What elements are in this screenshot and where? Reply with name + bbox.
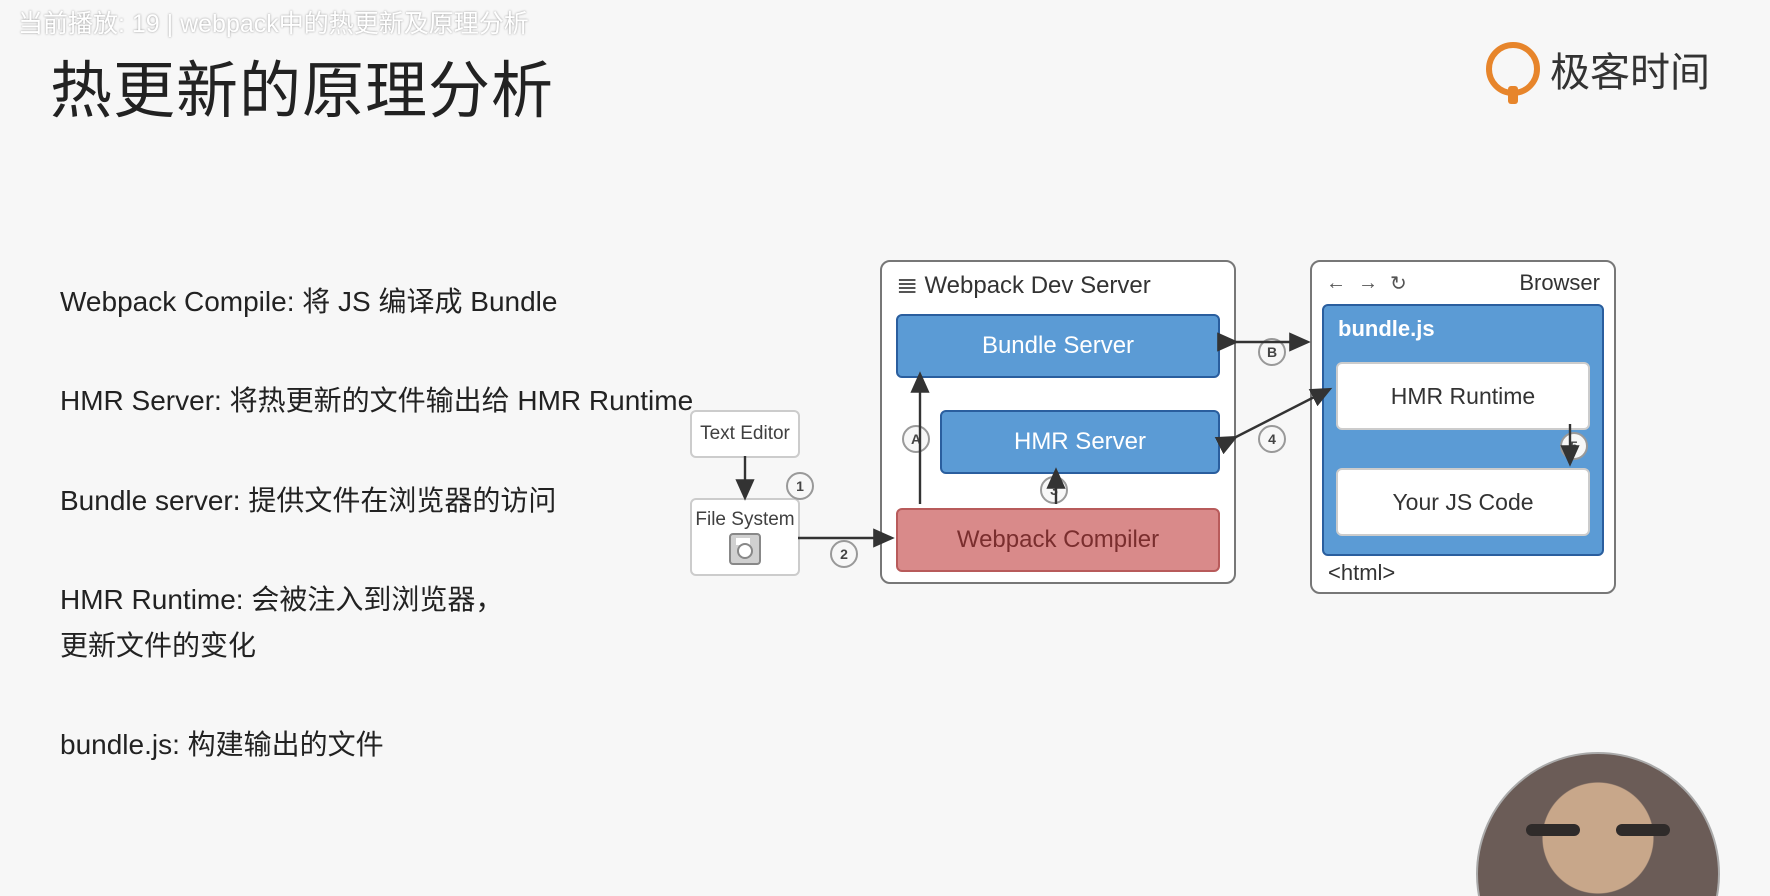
node-bundle-server: Bundle Server bbox=[896, 314, 1220, 378]
node-file-system: File System bbox=[690, 498, 800, 576]
def-hmr-server: HMR Server: 将热更新的文件输出给 HMR Runtime bbox=[60, 379, 700, 422]
step-2: 2 bbox=[830, 540, 858, 568]
logo-text: 极客时间 bbox=[1550, 40, 1710, 98]
node-webpack-compiler: Webpack Compiler bbox=[896, 508, 1220, 572]
step-1: 1 bbox=[786, 472, 814, 500]
def-webpack-compile: Webpack Compile: 将 JS 编译成 Bundle bbox=[60, 280, 700, 323]
wds-title: Webpack Dev Server bbox=[882, 262, 1234, 306]
hmr-diagram: Text Editor File System Webpack Dev Serv… bbox=[730, 260, 1630, 660]
file-system-label: File System bbox=[695, 509, 794, 531]
back-icon: ← bbox=[1326, 272, 1346, 295]
presenter-camera bbox=[1476, 752, 1720, 896]
brand-logo: 极客时间 bbox=[1486, 40, 1710, 98]
def-hmr-runtime-l1: HMR Runtime: 会被注入到浏览器， bbox=[60, 578, 700, 621]
node-your-js-code: Your JS Code bbox=[1336, 468, 1590, 536]
panel-wds: Webpack Dev Server Bundle Server HMR Ser… bbox=[880, 260, 1236, 584]
step-3: 3 bbox=[1040, 476, 1068, 504]
step-4: 4 bbox=[1258, 425, 1286, 453]
forward-icon: → bbox=[1358, 272, 1378, 295]
def-bundle-server: Bundle server: 提供文件在浏览器的访问 bbox=[60, 479, 700, 522]
step-a: A bbox=[902, 425, 930, 453]
node-text-editor: Text Editor bbox=[690, 410, 800, 458]
reload-icon: ↻ bbox=[1390, 271, 1407, 296]
def-bundlejs: bundle.js: 构建输出的文件 bbox=[60, 723, 700, 766]
wds-title-text: Webpack Dev Server bbox=[924, 272, 1150, 300]
server-icon bbox=[898, 272, 916, 300]
step-5: 5 bbox=[1560, 432, 1588, 460]
now-playing-label: 当前播放: 19 | webpack中的热更新及原理分析 bbox=[18, 4, 529, 40]
def-hmr-runtime-l2: 更新文件的变化 bbox=[60, 624, 700, 667]
node-hmr-runtime: HMR Runtime bbox=[1336, 362, 1590, 430]
browser-title: Browser bbox=[1519, 270, 1600, 296]
step-b: B bbox=[1258, 338, 1286, 366]
bundle-js-label: bundle.js bbox=[1324, 306, 1602, 352]
logo-mark-icon bbox=[1486, 42, 1540, 96]
save-icon bbox=[729, 533, 761, 565]
node-bundle-js: bundle.js HMR Runtime Your JS Code bbox=[1322, 304, 1604, 556]
node-hmr-server: HMR Server bbox=[940, 410, 1220, 474]
html-tag-label: <html> bbox=[1328, 560, 1395, 586]
panel-browser: ← → ↻ Browser bundle.js HMR Runtime Your… bbox=[1310, 260, 1616, 594]
slide-title: 热更新的原理分析 bbox=[50, 40, 554, 130]
definition-list: Webpack Compile: 将 JS 编译成 Bundle HMR Ser… bbox=[60, 280, 700, 766]
browser-toolbar: ← → ↻ Browser bbox=[1312, 262, 1614, 304]
